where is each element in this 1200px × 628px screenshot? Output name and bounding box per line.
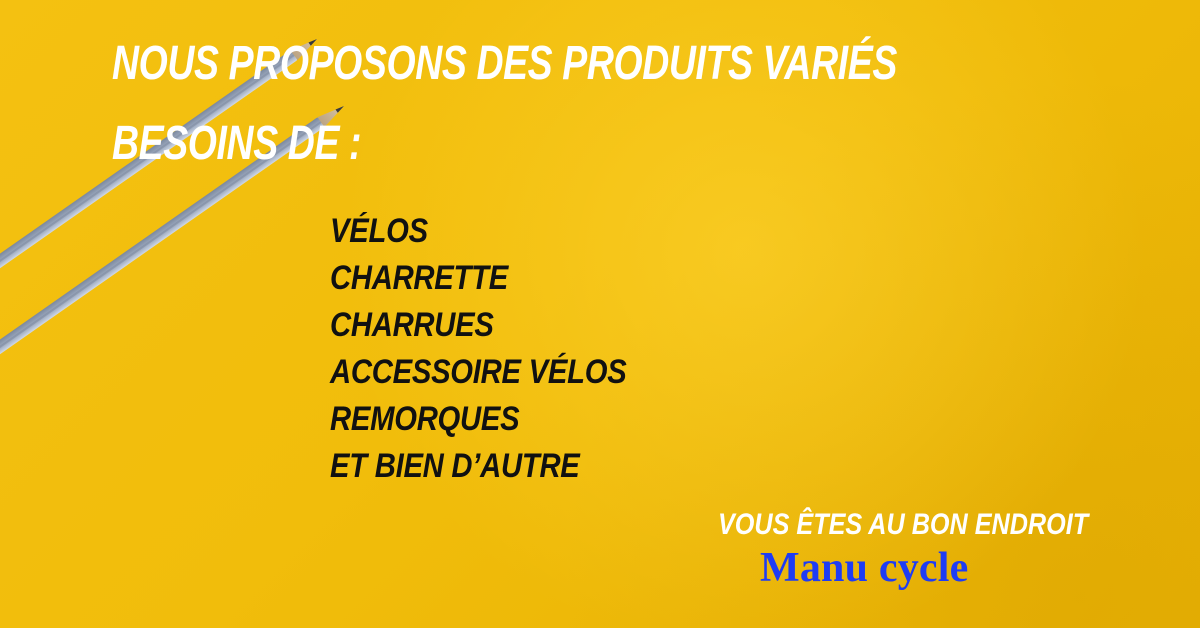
product-item-remorques: REMORQUES <box>330 400 520 438</box>
product-item-et-bien-dautre: ET BIEN D’AUTRE <box>330 447 580 485</box>
product-item-charrette: CHARRETTE <box>330 259 508 297</box>
headline-line-2: BESOINS DE : <box>112 117 362 170</box>
product-item-accessoire-velos: ACCESSOIRE VÉLOS <box>330 353 627 391</box>
product-item-charrues: CHARRUES <box>330 306 494 344</box>
promo-banner: NOUS PROPOSONS DES PRODUITS VARIÉS BESOI… <box>0 0 1200 628</box>
product-list: VÉLOS CHARRETTE CHARRUES ACCESSOIRE VÉLO… <box>330 212 627 496</box>
tagline: VOUS ÊTES AU BON ENDROIT <box>718 508 1089 541</box>
product-item-velos: VÉLOS <box>330 212 428 250</box>
headline-line-1: NOUS PROPOSONS DES PRODUITS VARIÉS <box>112 37 897 90</box>
brand-name: Manu cycle <box>760 545 969 591</box>
